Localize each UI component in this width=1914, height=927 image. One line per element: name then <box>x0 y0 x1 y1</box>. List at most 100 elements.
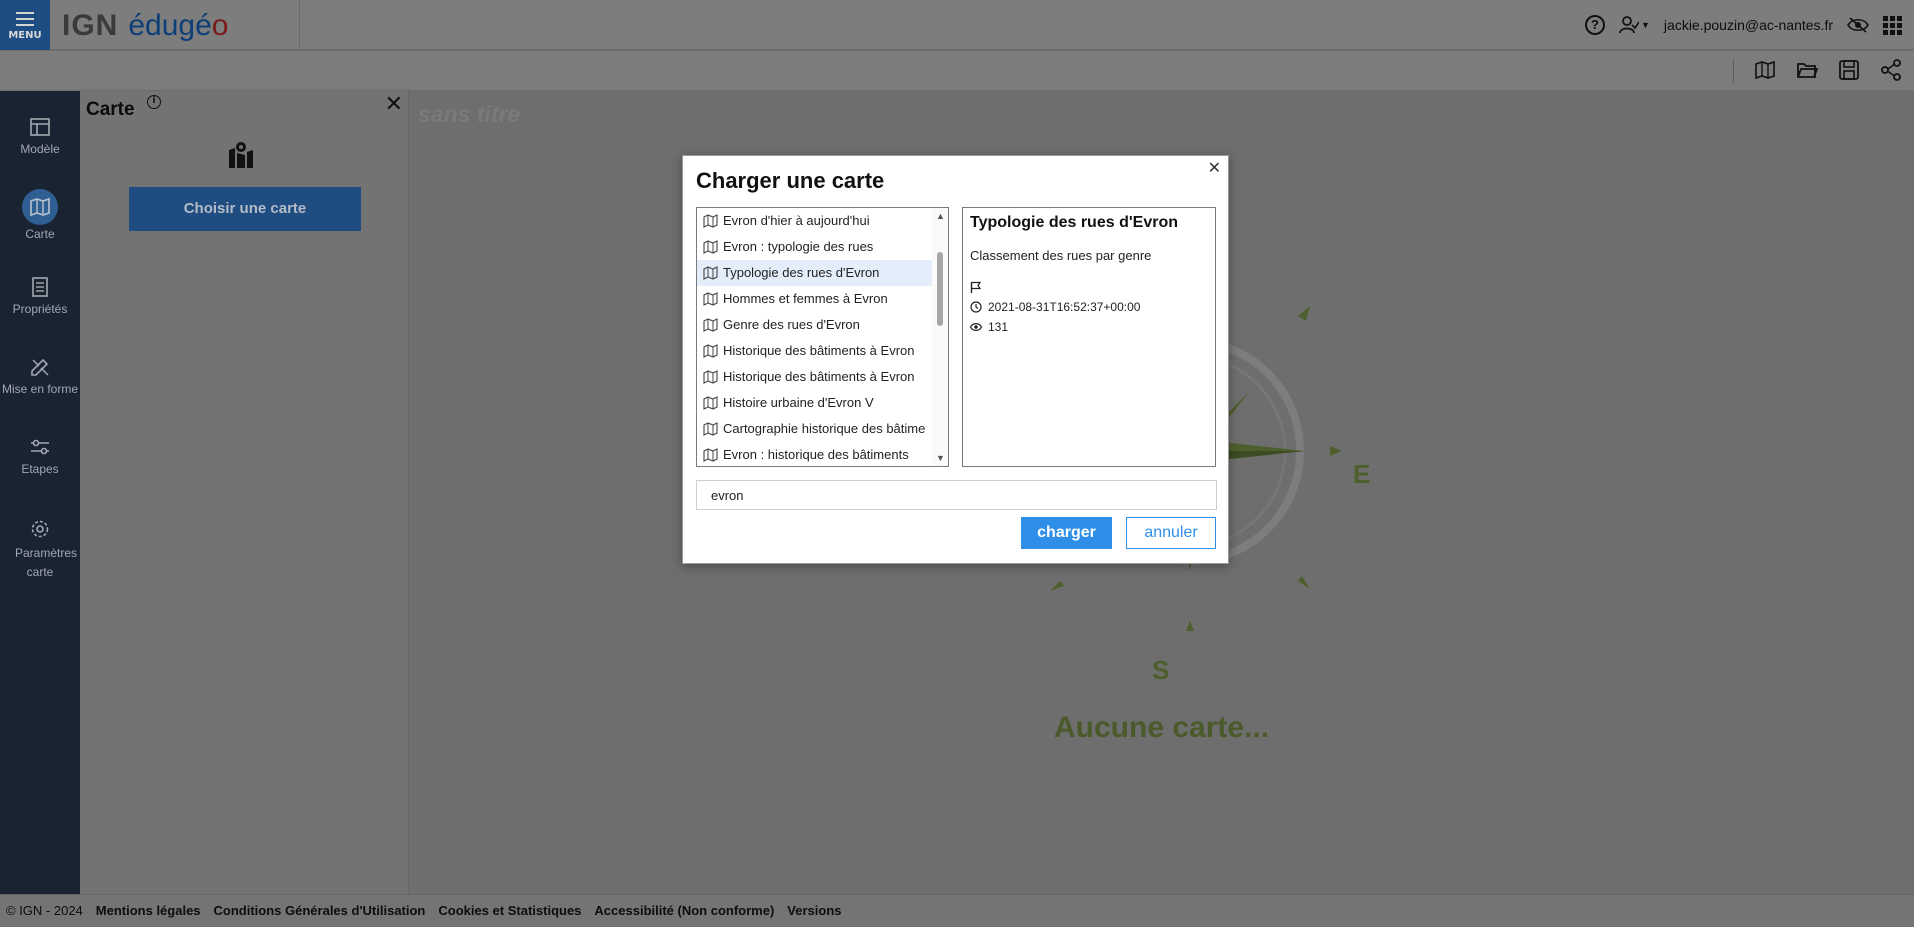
footer-link-versions[interactable]: Versions <box>787 903 841 919</box>
load-button[interactable]: charger <box>1021 517 1112 549</box>
list-item[interactable]: Historique des bâtiments à Evron <box>697 338 933 364</box>
save-icon[interactable] <box>1838 59 1860 81</box>
map-icon <box>703 344 718 358</box>
sidebar-item-etapes[interactable]: Etapes <box>0 436 80 476</box>
copyright: © IGN - 2024 <box>6 903 83 918</box>
compass-east-label: E <box>1353 459 1371 489</box>
map-toolbar <box>0 51 1914 91</box>
sliders-icon <box>31 439 49 455</box>
menu-label: MENU <box>8 30 42 41</box>
map-detail-panel: Typologie des rues d'Evron Classement de… <box>962 207 1216 467</box>
share-icon[interactable] <box>1880 59 1902 81</box>
header-divider <box>299 0 300 50</box>
footer-link-accessibilite[interactable]: Accessibilité (Non conforme) <box>594 903 774 919</box>
list-item[interactable]: Typologie des rues d'Evron <box>697 260 933 286</box>
brand-edugeo: édugé <box>128 9 212 42</box>
map-icon <box>703 292 718 306</box>
clock-icon <box>970 301 982 313</box>
list-item-label: Hommes et femmes à Evron <box>723 291 888 306</box>
list-item[interactable]: Cartographie historique des bâtime <box>697 416 933 442</box>
map-icon <box>703 396 718 410</box>
brand-logo[interactable]: IGN édugéo <box>62 6 228 46</box>
hide-eye-icon[interactable] <box>1847 17 1869 33</box>
sidebar-item-label: Paramètres carte <box>15 546 78 579</box>
footer-link-mentions[interactable]: Mentions légales <box>96 903 201 919</box>
eye-icon <box>970 323 982 331</box>
map-icon <box>703 370 718 384</box>
cancel-button[interactable]: annuler <box>1126 517 1216 549</box>
list-item-label: Evron : typologie des rues <box>723 239 874 254</box>
list-item-label: Genre des rues d'Evron <box>723 317 860 332</box>
list-item-label: Histoire urbaine d'Evron V <box>723 395 874 410</box>
detail-date: 2021-08-31T16:52:37+00:00 <box>988 300 1141 314</box>
list-item-label: Cartographie historique des bâtime <box>723 421 926 436</box>
flag-icon <box>970 281 982 293</box>
map-icon <box>703 422 718 436</box>
map-title[interactable]: sans titre <box>418 101 520 128</box>
carte-panel: Carte i ✕ Choisir une carte <box>80 91 409 894</box>
map-icon <box>703 240 718 254</box>
sidebar-item-mise-en-forme[interactable]: Mise en forme <box>0 356 80 396</box>
list-item[interactable]: Historique des bâtiments à Evron <box>697 364 933 390</box>
list-item[interactable]: Evron : typologie des rues <box>697 234 933 260</box>
choose-map-button[interactable]: Choisir une carte <box>129 187 361 231</box>
panel-title: Carte <box>86 99 135 120</box>
sidebar-item-carte[interactable]: Carte <box>0 189 80 241</box>
sidebar-item-label: Mise en forme <box>1 382 79 396</box>
new-map-icon[interactable] <box>1754 59 1776 81</box>
sidebar-item-modele[interactable]: Modèle <box>0 116 80 156</box>
open-folder-icon[interactable] <box>1796 59 1819 81</box>
sidebar-item-label: Modèle <box>20 142 60 156</box>
list-item[interactable]: Evron d'hier à aujourd'hui <box>697 208 933 234</box>
user-menu-icon[interactable]: ▼ <box>1619 15 1650 35</box>
left-navigation: Modèle Carte Propriétés Mise en forme Et… <box>0 91 80 894</box>
close-icon[interactable]: ✕ <box>385 94 403 116</box>
info-icon[interactable]: i <box>147 95 161 109</box>
top-bar: MENU IGN édugéo ? ▼ jackie.pouzin@ac-nant… <box>0 0 1914 50</box>
list-item-label: Evron : historique des bâtiments <box>723 447 909 462</box>
empty-map-text: Aucune carte... <box>1054 711 1270 744</box>
toolbar-divider <box>1733 59 1734 83</box>
gear-icon <box>31 520 49 538</box>
scroll-down-icon[interactable]: ▼ <box>936 453 945 463</box>
scroll-up-icon[interactable]: ▲ <box>936 211 945 221</box>
header-actions: ? ▼ jackie.pouzin@ac-nantes.fr <box>1585 12 1902 38</box>
map-icon <box>30 197 50 217</box>
load-map-dialog: ✕ Charger une carte Evron d'hier à aujou… <box>682 155 1229 564</box>
scroll-thumb[interactable] <box>937 252 943 326</box>
footer-link-cgu[interactable]: Conditions Générales d'Utilisation <box>214 903 426 919</box>
help-icon[interactable]: ? <box>1585 15 1605 35</box>
detail-views-row: 131 <box>970 317 1208 337</box>
map-pin-icon <box>229 142 253 168</box>
list-item[interactable]: Histoire urbaine d'Evron V <box>697 390 933 416</box>
close-icon[interactable]: ✕ <box>1208 158 1221 178</box>
sidebar-item-label: Propriétés <box>12 302 68 316</box>
sidebar-item-label: Carte <box>25 227 55 241</box>
brand-edugeo-o: o <box>211 9 229 42</box>
list-item[interactable]: Hommes et femmes à Evron <box>697 286 933 312</box>
list-item-label: Historique des bâtiments à Evron <box>723 343 915 358</box>
sidebar-item-parametres-carte[interactable]: Paramètres carte <box>0 518 80 582</box>
detail-description: Classement des rues par genre <box>970 248 1152 263</box>
detail-views: 131 <box>988 320 1009 334</box>
list-item-label: Evron d'hier à aujourd'hui <box>723 213 870 228</box>
footer-link-cookies[interactable]: Cookies et Statistiques <box>438 903 581 919</box>
map-icon <box>703 318 718 332</box>
map-icon <box>703 448 718 462</box>
user-email[interactable]: jackie.pouzin@ac-nantes.fr <box>1664 17 1833 33</box>
document-icon <box>32 277 48 297</box>
map-icon <box>703 214 718 228</box>
dialog-title: Charger une carte <box>696 168 885 193</box>
menu-button[interactable]: MENU <box>0 0 50 50</box>
list-item[interactable]: Evron : historique des bâtiments <box>697 442 933 466</box>
map-list[interactable]: Evron d'hier à aujourd'hui Evron : typolo… <box>696 207 949 467</box>
apps-grid-icon[interactable] <box>1883 15 1902 35</box>
list-scrollbar[interactable]: ▲ ▼ <box>932 208 948 466</box>
sidebar-item-label: Etapes <box>21 462 59 476</box>
list-item-label: Historique des bâtiments à Evron <box>723 369 915 384</box>
list-item[interactable]: Genre des rues d'Evron <box>697 312 933 338</box>
sidebar-item-proprietes[interactable]: Propriétés <box>0 276 80 316</box>
hamburger-icon <box>16 12 34 26</box>
layout-icon <box>30 118 50 136</box>
search-input[interactable] <box>696 480 1217 510</box>
